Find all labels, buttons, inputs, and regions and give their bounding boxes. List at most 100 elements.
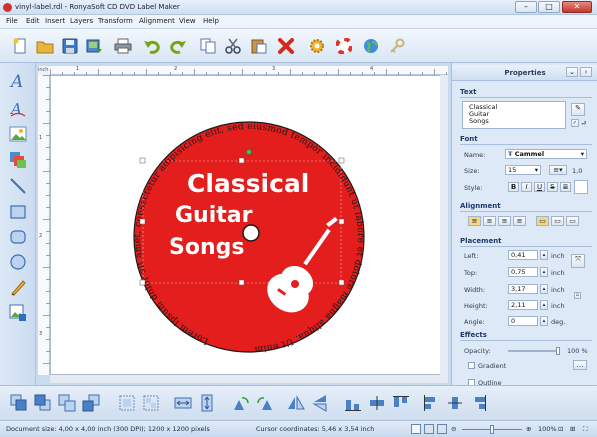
add-image-tool-icon[interactable] [8, 303, 28, 323]
align-center-text-icon[interactable]: ≡ [483, 216, 496, 226]
ellipse-tool-icon[interactable] [8, 252, 28, 272]
text-content-field[interactable]: Classical Guitar Songs [462, 101, 566, 129]
width-field[interactable]: 3,17 [508, 284, 538, 294]
help-icon[interactable] [333, 35, 355, 57]
maximize-button[interactable]: □ [538, 1, 560, 13]
align-left-icon[interactable] [421, 393, 441, 413]
align-right-icon[interactable] [469, 393, 489, 413]
menu-layers[interactable]: Layers [70, 17, 93, 25]
export-icon[interactable] [84, 35, 106, 57]
height-spinner[interactable]: ▴ [540, 300, 548, 310]
view-grid-icon[interactable] [424, 424, 434, 434]
font-color-swatch[interactable] [574, 180, 588, 194]
image-tool-icon[interactable] [8, 124, 28, 144]
group-icon[interactable] [57, 393, 77, 413]
send-back-icon[interactable] [33, 393, 53, 413]
left-spinner[interactable]: ▴ [540, 250, 548, 260]
menu-insert[interactable]: Insert [45, 17, 65, 25]
opacity-slider-thumb[interactable] [556, 347, 560, 355]
valign-bottom-icon[interactable]: ▭ [566, 216, 579, 226]
font-effects-icon[interactable]: ≣ [560, 182, 571, 192]
text-checkbox[interactable]: ✓ [571, 119, 579, 127]
fit-height-icon[interactable] [197, 393, 217, 413]
move-to-center-icon[interactable]: ⤧ [571, 254, 585, 268]
key-icon[interactable] [386, 35, 408, 57]
gradient-settings-button[interactable]: … [573, 360, 587, 370]
zoom-actual-icon[interactable]: ⊞ [570, 425, 575, 433]
menu-file[interactable]: File [6, 17, 18, 25]
rotate-right-icon[interactable] [255, 393, 275, 413]
menu-help[interactable]: Help [203, 17, 219, 25]
select-all-icon[interactable] [117, 393, 137, 413]
opacity-slider[interactable] [508, 347, 560, 355]
align-bottom-icon[interactable] [343, 393, 363, 413]
zoom-out-icon[interactable]: ⊖ [451, 425, 456, 433]
valign-top-icon[interactable]: ▭ [536, 216, 549, 226]
rounded-rect-tool-icon[interactable] [8, 227, 28, 247]
redo-icon[interactable] [167, 35, 189, 57]
curved-text-tool-icon[interactable]: A [8, 98, 28, 118]
zoom-slider[interactable] [462, 425, 522, 434]
top-field[interactable]: 0,75 [508, 267, 538, 277]
settings-icon[interactable] [306, 35, 328, 57]
rectangle-tool-icon[interactable] [8, 202, 28, 222]
background-tool-icon[interactable] [8, 150, 28, 170]
pencil-tool-icon[interactable] [8, 277, 28, 297]
menu-edit[interactable]: Edit [26, 17, 40, 25]
close-window-button[interactable]: ✕ [562, 1, 592, 13]
width-spinner[interactable]: ▴ [540, 284, 548, 294]
fullscreen-icon[interactable]: ⛶ [583, 425, 588, 434]
paste-icon[interactable] [248, 35, 270, 57]
align-top-icon[interactable] [391, 393, 411, 413]
line-tool-icon[interactable] [8, 176, 28, 196]
minimize-button[interactable]: – [515, 1, 537, 13]
zoom-in-icon[interactable]: ⊕ [526, 425, 531, 433]
new-icon[interactable] [9, 35, 31, 57]
edit-text-icon[interactable]: ✎ [571, 103, 585, 116]
align-justify-text-icon[interactable]: ≡ [513, 216, 526, 226]
bold-button[interactable]: B [508, 182, 519, 192]
ungroup-icon[interactable] [81, 393, 101, 413]
cut-icon[interactable] [222, 35, 244, 57]
view-single-icon[interactable] [411, 424, 421, 434]
text-arrow-icon[interactable]: ⮐ [581, 119, 586, 129]
italic-button[interactable]: I [521, 182, 532, 192]
font-name-dropdown[interactable]: Ŧ Cammel ▾ [505, 149, 587, 159]
undo-icon[interactable] [141, 35, 163, 57]
underline-button[interactable]: U [534, 182, 545, 192]
design-canvas[interactable]: Lorem ipsum dolor sit amet, consectetur … [50, 75, 448, 375]
left-field[interactable]: 0,41 [508, 250, 538, 260]
fit-width-icon[interactable] [173, 393, 193, 413]
copy-icon[interactable] [197, 35, 219, 57]
top-spinner[interactable]: ▴ [540, 267, 548, 277]
vinyl-label[interactable]: Lorem ipsum dolor sit amet, consectetur … [51, 76, 449, 376]
select-group-icon[interactable] [141, 393, 161, 413]
bring-front-icon[interactable] [9, 393, 29, 413]
view-page-icon[interactable] [437, 424, 447, 434]
text-tool-icon[interactable]: A [8, 70, 28, 90]
align-right-text-icon[interactable]: ≡ [498, 216, 511, 226]
align-center-icon[interactable] [445, 393, 465, 413]
save-icon[interactable] [59, 35, 81, 57]
zoom-slider-thumb[interactable] [490, 425, 494, 434]
angle-spinner[interactable]: ▴ [540, 316, 548, 326]
canvas-vertical-scrollbar[interactable] [440, 75, 448, 375]
rotate-left-icon[interactable] [231, 393, 251, 413]
valign-middle-icon[interactable]: ▭ [551, 216, 564, 226]
flip-horizontal-icon[interactable] [286, 393, 306, 413]
align-left-text-icon[interactable]: ≡ [468, 216, 481, 226]
web-icon[interactable] [360, 35, 382, 57]
menu-alignment[interactable]: Alignment [139, 17, 175, 25]
menu-view[interactable]: View [179, 17, 196, 25]
print-icon[interactable] [112, 35, 134, 57]
angle-field[interactable]: 0 [508, 316, 538, 326]
strikethrough-button[interactable]: S [547, 182, 558, 192]
open-icon[interactable] [34, 35, 56, 57]
height-field[interactable]: 2,11 [508, 300, 538, 310]
gradient-checkbox[interactable] [468, 362, 475, 369]
zoom-fit-icon[interactable]: ⊡ [558, 425, 563, 433]
panel-collapse-button[interactable]: ⌄ [566, 67, 578, 77]
menu-transform[interactable]: Transform [98, 17, 133, 25]
flip-vertical-icon[interactable] [310, 393, 330, 413]
panel-pin-button[interactable]: › [580, 67, 592, 77]
